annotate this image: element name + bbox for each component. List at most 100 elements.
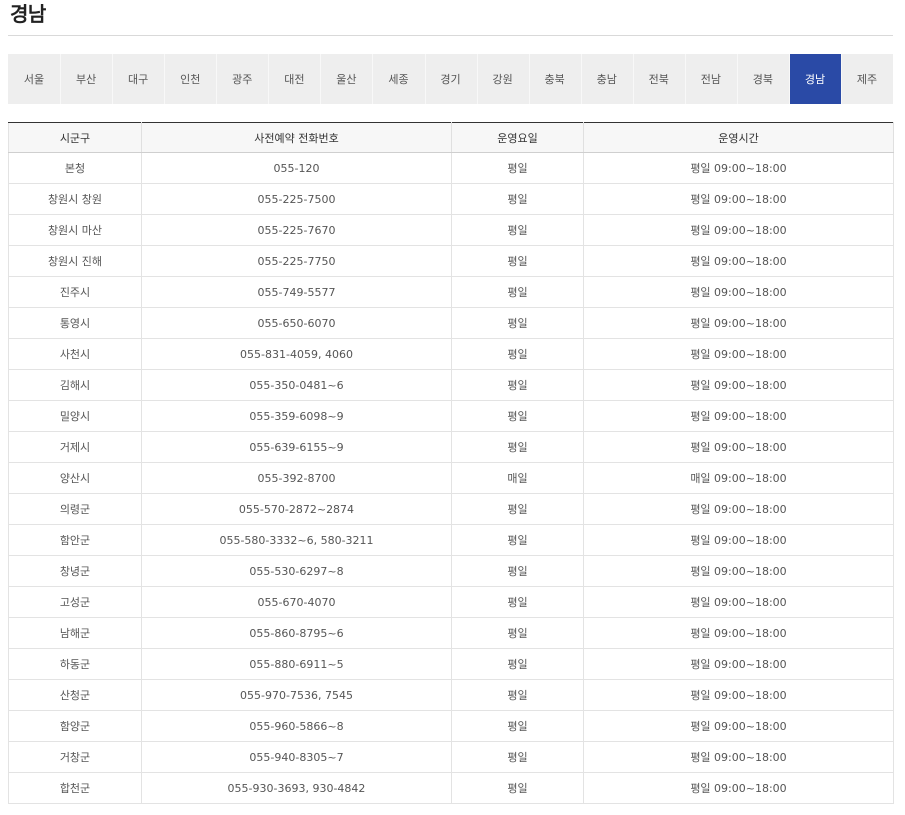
tab-5[interactable]: 대전 [268, 54, 320, 104]
phone-cell: 055-392-8700 [141, 462, 452, 494]
phone-cell: 055-880-6911~5 [141, 648, 452, 680]
table-row: 양산시 055-392-8700 매일 매일 09:00~18:00 [8, 462, 894, 494]
days-cell: 평일 [451, 710, 584, 742]
phone-cell: 055-580-3332~6, 580-3211 [141, 524, 452, 556]
hours-cell: 평일 09:00~18:00 [583, 741, 894, 773]
phone-cell: 055-570-2872~2874 [141, 493, 452, 525]
tab-6[interactable]: 울산 [320, 54, 372, 104]
hours-cell: 평일 09:00~18:00 [583, 710, 894, 742]
days-cell: 평일 [451, 524, 584, 556]
district-cell: 진주시 [8, 276, 142, 308]
tab-9[interactable]: 강원 [476, 54, 529, 104]
table-row: 하동군 055-880-6911~5 평일 평일 09:00~18:00 [8, 648, 894, 680]
days-cell: 평일 [451, 617, 584, 649]
column-header: 운영요일 [451, 122, 584, 153]
tab-15[interactable]: 경남 [788, 54, 841, 104]
days-cell: 평일 [451, 214, 584, 246]
district-cell: 거창군 [8, 741, 142, 773]
phone-cell: 055-639-6155~9 [141, 431, 452, 463]
phone-cell: 055-650-6070 [141, 307, 452, 339]
district-cell: 김해시 [8, 369, 142, 401]
phone-cell: 055-670-4070 [141, 586, 452, 618]
days-cell: 평일 [451, 648, 584, 680]
district-cell: 창원시 진해 [8, 245, 142, 277]
days-cell: 평일 [451, 586, 584, 618]
tab-11[interactable]: 충남 [580, 54, 633, 104]
tab-16[interactable]: 제주 [841, 54, 893, 104]
district-cell: 창원시 마산 [8, 214, 142, 246]
table-row: 남해군 055-860-8795~6 평일 평일 09:00~18:00 [8, 617, 894, 649]
district-cell: 고성군 [8, 586, 142, 618]
district-cell: 합천군 [8, 772, 142, 804]
days-cell: 평일 [451, 338, 584, 370]
hours-cell: 평일 09:00~18:00 [583, 183, 894, 215]
table-row: 진주시 055-749-5577 평일 평일 09:00~18:00 [8, 276, 894, 308]
hours-cell: 평일 09:00~18:00 [583, 400, 894, 432]
table-row: 본청 055-120 평일 평일 09:00~18:00 [8, 152, 894, 184]
days-cell: 평일 [451, 245, 584, 277]
hours-cell: 평일 09:00~18:00 [583, 152, 894, 184]
district-cell: 밀양시 [8, 400, 142, 432]
column-header: 시군구 [8, 122, 142, 153]
table-row: 의령군 055-570-2872~2874 평일 평일 09:00~18:00 [8, 493, 894, 525]
tab-4[interactable]: 광주 [216, 54, 268, 104]
phone-cell: 055-831-4059, 4060 [141, 338, 452, 370]
tab-14[interactable]: 경북 [736, 54, 789, 104]
table-row: 고성군 055-670-4070 평일 평일 09:00~18:00 [8, 586, 894, 618]
tab-1[interactable]: 부산 [60, 54, 112, 104]
hours-cell: 평일 09:00~18:00 [583, 772, 894, 804]
tab-13[interactable]: 전남 [684, 54, 737, 104]
region-table: 시군구 사전예약 전화번호 운영요일 운영시간 본청 055-120 평일 평일 09:00… [8, 122, 894, 804]
district-cell: 하동군 [8, 648, 142, 680]
table-row: 함안군 055-580-3332~6, 580-3211 평일 평일 09:00~18… [8, 524, 894, 556]
table-body: 본청 055-120 평일 평일 09:00~18:00 창원시 창원 055-225-7… [8, 152, 894, 804]
table-row: 합천군 055-930-3693, 930-4842 평일 평일 09:00~18:0… [8, 772, 894, 804]
hours-cell: 평일 09:00~18:00 [583, 369, 894, 401]
district-cell: 양산시 [8, 462, 142, 494]
table-header-row: 시군구 사전예약 전화번호 운영요일 운영시간 [8, 122, 894, 153]
tab-12[interactable]: 전북 [632, 54, 685, 104]
tab-8[interactable]: 경기 [424, 54, 477, 104]
table-row: 창원시 창원 055-225-7500 평일 평일 09:00~18:00 [8, 183, 894, 215]
hours-cell: 평일 09:00~18:00 [583, 307, 894, 339]
tab-7[interactable]: 세종 [372, 54, 424, 104]
phone-cell: 055-960-5866~8 [141, 710, 452, 742]
tab-10[interactable]: 충북 [528, 54, 581, 104]
phone-cell: 055-930-3693, 930-4842 [141, 772, 452, 804]
district-cell: 창녕군 [8, 555, 142, 587]
hours-cell: 평일 09:00~18:00 [583, 648, 894, 680]
days-cell: 평일 [451, 183, 584, 215]
tab-3[interactable]: 인천 [164, 54, 216, 104]
table-row: 산청군 055-970-7536, 7545 평일 평일 09:00~18:00 [8, 679, 894, 711]
table-row: 창녕군 055-530-6297~8 평일 평일 09:00~18:00 [8, 555, 894, 587]
phone-cell: 055-359-6098~9 [141, 400, 452, 432]
hours-cell: 평일 09:00~18:00 [583, 524, 894, 556]
tab-0[interactable]: 서울 [8, 54, 60, 104]
days-cell: 평일 [451, 400, 584, 432]
table-row: 거제시 055-639-6155~9 평일 평일 09:00~18:00 [8, 431, 894, 463]
phone-cell: 055-225-7500 [141, 183, 452, 215]
table-row: 창원시 마산 055-225-7670 평일 평일 09:00~18:00 [8, 214, 894, 246]
title-divider [8, 35, 893, 36]
hours-cell: 평일 09:00~18:00 [583, 276, 894, 308]
phone-cell: 055-530-6297~8 [141, 555, 452, 587]
days-cell: 평일 [451, 741, 584, 773]
days-cell: 평일 [451, 772, 584, 804]
district-cell: 산청군 [8, 679, 142, 711]
hours-cell: 평일 09:00~18:00 [583, 338, 894, 370]
phone-cell: 055-225-7750 [141, 245, 452, 277]
days-cell: 평일 [451, 152, 584, 184]
district-cell: 사천시 [8, 338, 142, 370]
table-row: 사천시 055-831-4059, 4060 평일 평일 09:00~18:00 [8, 338, 894, 370]
hours-cell: 평일 09:00~18:00 [583, 679, 894, 711]
page-title: 경남 [10, 2, 46, 26]
days-cell: 평일 [451, 555, 584, 587]
phone-cell: 055-970-7536, 7545 [141, 679, 452, 711]
hours-cell: 매일 09:00~18:00 [583, 462, 894, 494]
days-cell: 매일 [451, 462, 584, 494]
phone-cell: 055-860-8795~6 [141, 617, 452, 649]
district-cell: 남해군 [8, 617, 142, 649]
hours-cell: 평일 09:00~18:00 [583, 245, 894, 277]
column-header: 운영시간 [583, 122, 894, 153]
tab-2[interactable]: 대구 [112, 54, 164, 104]
